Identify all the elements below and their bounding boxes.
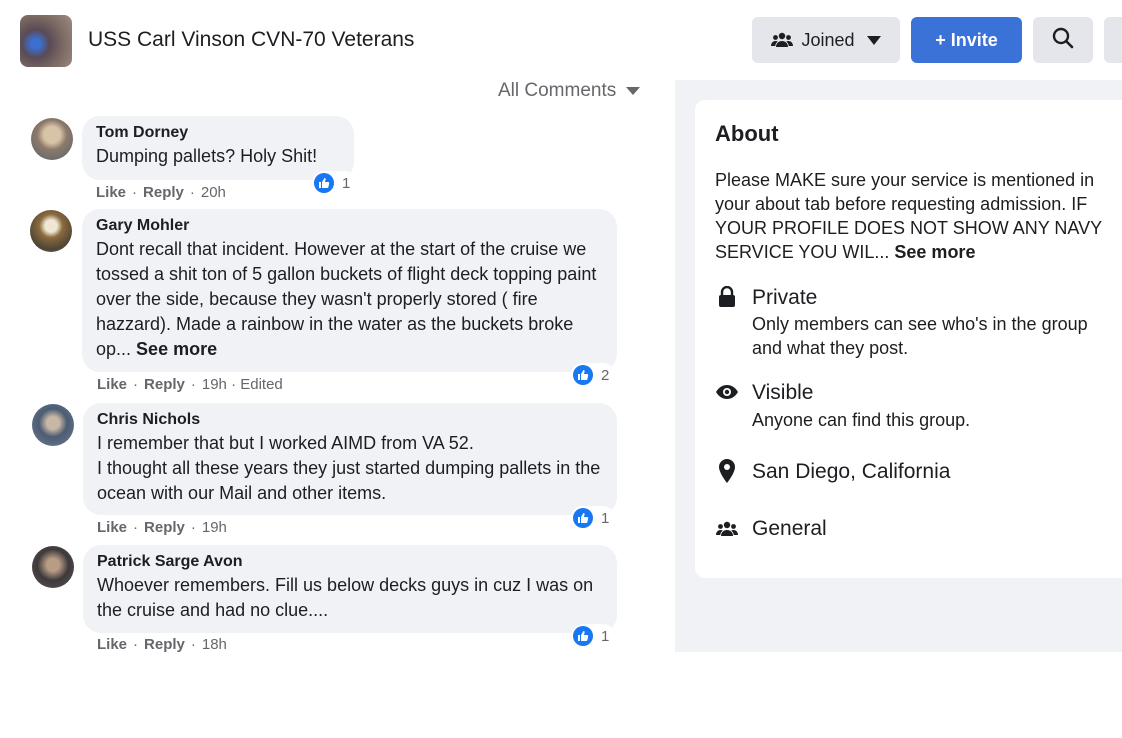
separator-dot: ·	[133, 519, 139, 536]
see-more-link[interactable]: See more	[894, 242, 975, 262]
like-reaction-icon	[573, 365, 593, 385]
comment-actions: Like · Reply · 19h · Edited	[97, 376, 283, 393]
comment-time[interactable]: 18h	[202, 636, 227, 653]
about-desc-last-line: SERVICE YOU WIL... See more	[715, 240, 1122, 264]
separator-dot: ·	[189, 184, 195, 201]
comment-bubble: Chris Nichols I remember that but I work…	[83, 403, 617, 515]
separator-dot: ·	[190, 519, 196, 536]
like-button[interactable]: Like	[96, 184, 126, 201]
search-icon	[1052, 27, 1074, 54]
about-desc-line: your about tab before requesting admissi…	[715, 194, 1088, 214]
comment-bubble: Patrick Sarge Avon Whoever remembers. Fi…	[83, 545, 617, 633]
like-button[interactable]: Like	[97, 376, 127, 393]
comment-actions: Like · Reply · 19h	[97, 519, 227, 536]
comment-text-line: I thought all these years they just star…	[97, 458, 601, 503]
location-text[interactable]: San Diego, California	[752, 460, 950, 484]
group-avatar[interactable]	[20, 15, 72, 67]
reaction-count[interactable]: 1	[571, 624, 616, 648]
comments-sort-label: All Comments	[498, 80, 617, 101]
privacy-title: Private	[752, 286, 818, 309]
comment-author[interactable]: Gary Mohler	[96, 217, 603, 235]
joined-button[interactable]: Joined	[752, 17, 900, 63]
separator-dot: ·	[133, 636, 139, 653]
like-button[interactable]: Like	[97, 519, 127, 536]
about-desc-line: YOUR PROFILE DOES NOT SHOW ANY NAVY	[715, 218, 1103, 238]
comment-text: Dont recall that incident. However at th…	[96, 237, 603, 362]
category-text: General	[752, 517, 827, 540]
reply-button[interactable]: Reply	[144, 636, 185, 653]
location-pin-icon	[715, 459, 739, 483]
commenter-avatar[interactable]	[32, 404, 74, 446]
separator-dot: ·	[190, 376, 196, 393]
like-reaction-icon	[314, 173, 334, 193]
reaction-number: 1	[342, 174, 351, 192]
eye-icon	[715, 380, 739, 404]
more-button[interactable]	[1104, 17, 1122, 63]
like-reaction-icon	[573, 626, 593, 646]
invite-button[interactable]: + Invite	[911, 17, 1022, 63]
privacy-desc-line: Only members can see who's in the group	[752, 314, 1088, 334]
people-icon	[715, 517, 739, 541]
reaction-number: 1	[601, 509, 610, 527]
separator-dot: ·	[132, 184, 138, 201]
reaction-count[interactable]: 2	[571, 363, 616, 387]
joined-label: Joined	[801, 29, 855, 50]
group-title[interactable]: USS Carl Vinson CVN-70 Veterans	[88, 28, 414, 52]
comment-author[interactable]: Tom Dorney	[96, 124, 340, 142]
comment-text: Dumping pallets? Holy Shit!	[96, 146, 318, 166]
about-description: Please MAKE sure your service is mention…	[715, 168, 1122, 264]
commenter-avatar[interactable]	[31, 118, 73, 160]
separator-dot: ·	[190, 636, 196, 653]
see-more-link[interactable]: See more	[136, 339, 217, 359]
reaction-number: 2	[601, 366, 610, 384]
reply-button[interactable]: Reply	[143, 184, 184, 201]
about-desc-line: Please MAKE sure your service is mention…	[715, 170, 1095, 190]
comment-time[interactable]: 19h	[202, 519, 227, 536]
about-title: About	[715, 121, 779, 146]
caret-down-icon	[626, 87, 641, 95]
comment-author[interactable]: Patrick Sarge Avon	[97, 553, 603, 571]
commenter-avatar[interactable]	[30, 210, 72, 252]
reaction-number: 1	[601, 627, 610, 645]
reply-button[interactable]: Reply	[144, 519, 185, 536]
comment-actions: Like · Reply · 20h	[96, 184, 226, 201]
comments-sort-dropdown[interactable]: All Comments	[498, 80, 641, 102]
privacy-description: Only members can see who's in the group …	[752, 312, 1088, 360]
separator-dot: ·	[133, 376, 139, 393]
about-desc-line: SERVICE YOU WIL...	[715, 242, 890, 262]
people-icon	[771, 32, 794, 48]
comment-time[interactable]: 20h	[201, 184, 226, 201]
page-bottom-margin	[0, 652, 1122, 738]
comment-time[interactable]: 19h · Edited	[202, 376, 283, 393]
comment-text: Whoever remembers. Fill us below decks g…	[97, 575, 594, 620]
comment-bubble: Tom Dorney Dumping pallets? Holy Shit!	[82, 116, 354, 180]
like-button[interactable]: Like	[97, 636, 127, 653]
search-button[interactable]	[1033, 17, 1093, 63]
reaction-count[interactable]: 1	[312, 171, 357, 195]
comment-actions: Like · Reply · 18h	[97, 636, 227, 653]
reaction-count[interactable]: 1	[571, 506, 616, 530]
like-reaction-icon	[573, 508, 593, 528]
comment-bubble: Gary Mohler Dont recall that incident. H…	[82, 209, 617, 372]
comment-author[interactable]: Chris Nichols	[97, 411, 603, 429]
lock-icon	[715, 285, 739, 309]
visibility-description: Anyone can find this group.	[752, 410, 971, 430]
reply-button[interactable]: Reply	[144, 376, 185, 393]
chevron-down-icon	[866, 35, 881, 45]
group-header: USS Carl Vinson CVN-70 Veterans Joined +…	[0, 0, 1122, 80]
commenter-avatar[interactable]	[32, 546, 74, 588]
visibility-title: Visible	[752, 381, 814, 404]
privacy-desc-line: and what they post.	[752, 338, 909, 358]
comment-text-line: I remember that but I worked AIMD from V…	[97, 433, 474, 453]
